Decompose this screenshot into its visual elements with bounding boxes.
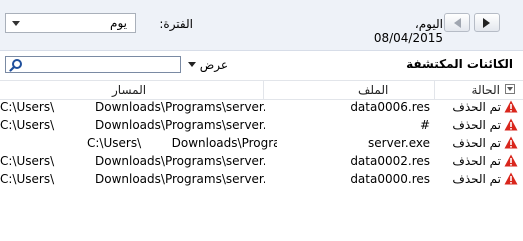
path-cell: Downloads\Programs\server.exe	[95, 172, 265, 186]
chevron-down-icon	[12, 21, 20, 26]
period-label: الفترة:	[159, 17, 193, 31]
path-cell-prefix: C:\Users\	[0, 154, 55, 168]
status-cell: تم الحذف	[443, 118, 518, 132]
warning-icon	[504, 172, 518, 185]
path-cell-prefix: C:\Users\	[0, 172, 55, 186]
column-divider[interactable]	[263, 81, 264, 99]
path-cell: Downloads\Programs\server.exe	[95, 100, 265, 114]
toolbar: اليوم، 08/04/2015 الفترة: يوم	[0, 0, 523, 51]
current-date-label: اليوم، 08/04/2015	[373, 17, 443, 45]
status-text: تم الحذف	[452, 172, 501, 186]
section-title: الكائنات المكتشفة	[406, 57, 513, 71]
file-cell: data0002.res	[350, 154, 430, 168]
dropdown-arrow-icon	[188, 62, 196, 67]
column-divider[interactable]	[434, 81, 435, 99]
table-row[interactable]: تم الحذف data0000.res Downloads\Programs…	[0, 170, 523, 188]
status-cell: تم الحذف	[443, 136, 518, 150]
path-cell: C:\Users\ Downloads\Programs\	[87, 136, 277, 150]
arrow-left-icon	[454, 18, 461, 28]
status-text: تم الحذف	[452, 154, 501, 168]
path-cell-prefix: C:\Users\	[0, 118, 55, 132]
table-row[interactable]: تم الحذف data0006.res Downloads\Programs…	[0, 98, 523, 116]
search-icon	[9, 59, 22, 72]
period-select[interactable]: يوم	[5, 13, 136, 33]
previous-period-button[interactable]	[444, 13, 470, 32]
status-text: تم الحذف	[452, 118, 501, 132]
table-row[interactable]: تم الحذف server.exe C:\Users\ Downloads\…	[0, 134, 523, 152]
next-period-button[interactable]	[474, 13, 500, 32]
status-cell: تم الحذف	[443, 154, 518, 168]
column-status[interactable]: الحالة	[472, 83, 500, 97]
period-value: يوم	[110, 16, 127, 30]
warning-icon	[504, 100, 518, 113]
table-header: الحالة الملف المسار	[0, 80, 523, 100]
path-cell: Downloads\Programs\server.exe	[95, 118, 265, 132]
table-row[interactable]: تم الحذف # Downloads\Programs\server.exe…	[0, 116, 523, 134]
arrow-right-icon	[483, 18, 490, 28]
status-cell: تم الحذف	[443, 100, 518, 114]
warning-icon	[504, 136, 518, 149]
warning-icon	[504, 154, 518, 167]
column-path[interactable]: المسار	[112, 83, 146, 97]
file-cell: data0006.res	[350, 100, 430, 114]
path-cell-prefix: C:\Users\	[0, 100, 55, 114]
search-input[interactable]	[5, 56, 181, 73]
table-row[interactable]: تم الحذف data0002.res Downloads\Programs…	[0, 152, 523, 170]
column-file[interactable]: الملف	[358, 83, 388, 97]
status-cell: تم الحذف	[443, 172, 518, 186]
status-text: تم الحذف	[452, 136, 501, 150]
filter-icon[interactable]	[505, 84, 515, 94]
warning-icon	[504, 118, 518, 131]
status-text: تم الحذف	[452, 100, 501, 114]
view-menu-label: عرض	[199, 58, 228, 72]
file-cell: #	[419, 118, 430, 132]
file-cell: data0000.res	[350, 172, 430, 186]
path-cell: Downloads\Programs\server.exe	[95, 154, 265, 168]
file-cell: server.exe	[368, 136, 430, 150]
